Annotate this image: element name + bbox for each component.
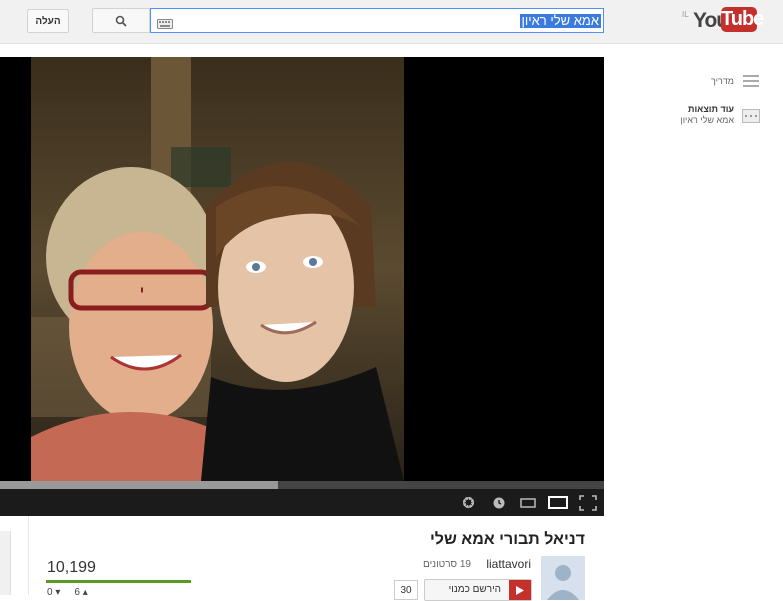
more-results-title: עוד תוצאות: [688, 104, 734, 114]
subscribe-label: הירשם כמנוי: [448, 584, 501, 595]
subscriber-count: 30: [394, 580, 418, 600]
channel-video-count[interactable]: 19 סרטונים: [423, 559, 471, 570]
like-control[interactable]: 6 ▴: [74, 587, 87, 598]
view-count: 10,199: [47, 559, 96, 576]
search-icon: [115, 15, 127, 27]
channel-avatar[interactable]: [541, 556, 585, 600]
more-results-query: אמא שלי ראיון: [680, 115, 734, 125]
progress-bar[interactable]: [0, 481, 604, 489]
video-frame[interactable]: [31, 57, 404, 481]
logo-region: IL: [682, 10, 689, 19]
guide-menu-icon: [743, 75, 759, 87]
player-controls: [0, 489, 604, 516]
left-panel-stub: [0, 531, 11, 595]
logo-tube: Tube: [721, 7, 764, 32]
dislike-control[interactable]: 0 ▾: [47, 587, 60, 598]
guide-label: מדריך: [711, 76, 734, 86]
fullscreen-icon[interactable]: [577, 494, 599, 511]
upload-button[interactable]: העלה: [27, 9, 69, 33]
like-count: 6: [74, 587, 80, 598]
search-input[interactable]: אמא שלי ראיון: [150, 8, 604, 33]
masthead: העלה אמא שלי ראיון IL You Tube: [0, 0, 783, 44]
more-results-item[interactable]: עוד תוצאות אמא שלי ראיון: [680, 104, 760, 126]
search-query-text: אמא שלי ראיון: [519, 13, 601, 28]
divider: [28, 516, 29, 595]
small-player-icon[interactable]: [518, 494, 538, 511]
video-title: דניאל תבורי אמא שלי: [429, 531, 585, 548]
thumbs-up-icon: ▴: [82, 587, 88, 598]
views-bar-fill: [46, 580, 191, 583]
youtube-logo[interactable]: IL You Tube: [682, 6, 764, 34]
play-icon: [509, 580, 531, 600]
subscribe-button[interactable]: הירשם כמנוי: [424, 579, 532, 601]
dislike-count: 0: [47, 587, 53, 598]
progress-fill: [0, 481, 278, 489]
results-list-icon: [742, 109, 760, 123]
search-button[interactable]: [92, 8, 150, 33]
like-dislike-row: 0 ▾ 6 ▴: [47, 587, 88, 598]
large-player-icon[interactable]: [547, 494, 569, 511]
views-bar: [46, 580, 191, 583]
settings-gear-icon[interactable]: [460, 494, 477, 511]
video-still-image: [31, 57, 404, 481]
video-player[interactable]: [0, 57, 604, 516]
keyboard-icon[interactable]: [157, 16, 173, 34]
thumbs-down-icon: ▾: [55, 587, 61, 598]
channel-name-link[interactable]: liattavori: [486, 557, 531, 571]
guide-item[interactable]: מדריך: [711, 74, 760, 88]
watch-later-icon[interactable]: [490, 494, 507, 511]
